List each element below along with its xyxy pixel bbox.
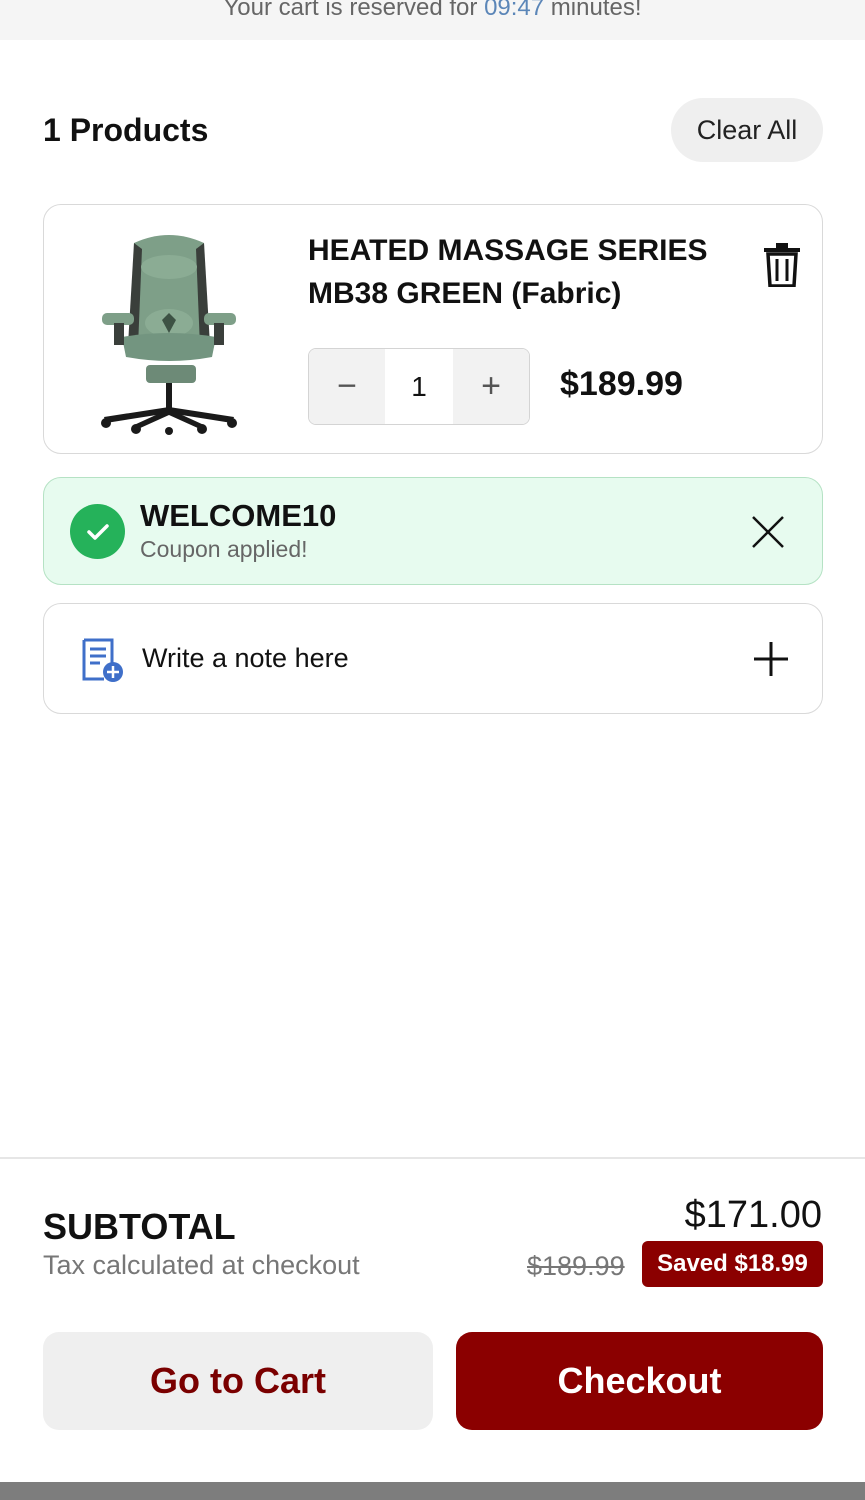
plus-icon[interactable] [752, 640, 790, 678]
timer-countdown: 09:47 [484, 0, 545, 21]
products-count: 1 Products [43, 112, 209, 148]
coupon-status: Coupon applied! [140, 536, 308, 562]
go-to-cart-button[interactable]: Go to Cart [43, 1332, 433, 1430]
coupon-banner: WELCOME10 Coupon applied! [43, 477, 823, 585]
checkout-button[interactable]: Checkout [456, 1332, 823, 1430]
note-label: Write a note here [142, 643, 349, 673]
coupon-code: WELCOME10 [140, 498, 337, 533]
decrement-button[interactable]: − [309, 349, 385, 424]
timer-suffix: minutes! [544, 0, 642, 21]
timer-prefix: Your cart is reserved for [223, 0, 485, 21]
subtotal-label: SUBTOTAL [43, 1206, 236, 1247]
bottom-bar [0, 1482, 865, 1500]
quantity-stepper: − 1 + [308, 348, 530, 425]
quantity-value[interactable]: 1 [385, 349, 453, 424]
increment-button[interactable]: + [453, 349, 529, 424]
original-price: $189.99 [527, 1251, 625, 1281]
clear-all-button[interactable]: Clear All [671, 98, 823, 162]
check-circle-icon [70, 504, 125, 559]
trash-icon[interactable] [762, 243, 802, 287]
footer-divider [0, 1157, 865, 1159]
product-card: HEATED MASSAGE SERIES MB38 GREEN (Fabric… [43, 204, 823, 454]
note-row[interactable]: Write a note here [43, 603, 823, 714]
subtotal-value: $171.00 [684, 1194, 822, 1236]
saved-badge: Saved $18.99 [642, 1241, 823, 1287]
cart-header: 1 Products Clear All [43, 98, 823, 162]
reservation-timer-bar: Your cart is reserved for 09:47 minutes! [0, 0, 865, 40]
chair-icon[interactable] [94, 225, 244, 435]
product-title[interactable]: HEATED MASSAGE SERIES MB38 GREEN (Fabric… [308, 229, 738, 315]
product-price: $189.99 [560, 365, 683, 403]
close-icon[interactable] [750, 514, 786, 550]
note-add-icon [82, 638, 123, 682]
tax-note: Tax calculated at checkout [43, 1250, 360, 1280]
